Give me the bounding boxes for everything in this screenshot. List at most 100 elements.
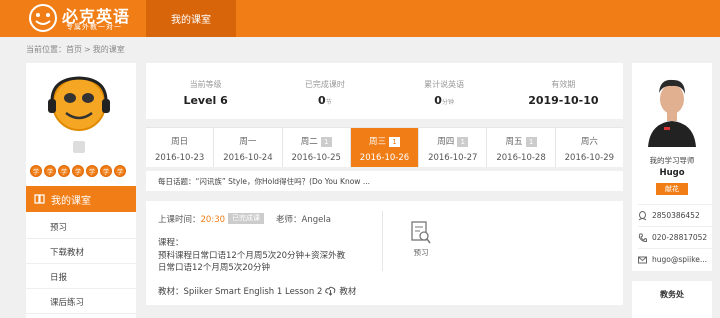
- medal-icon: 学: [30, 165, 42, 177]
- breadcrumb-home[interactable]: 首页: [66, 45, 82, 54]
- day-name: 周三: [368, 137, 386, 147]
- medal-icon: 学: [114, 165, 126, 177]
- advisor-phone-value: 020-28817052: [652, 233, 708, 242]
- flower-button[interactable]: 献花: [656, 183, 688, 195]
- day-tab[interactable]: 周六 2016-10-29: [556, 128, 623, 167]
- day-date: 2016-10-26: [359, 153, 410, 163]
- day-tab[interactable]: 周一 2016-10-24: [214, 128, 283, 167]
- lesson-time-label: 上课时间：: [158, 215, 201, 225]
- book-icon: [34, 194, 45, 204]
- day-tab[interactable]: 周四 1 2016-10-27: [419, 128, 488, 167]
- advisor-qq: 2850386452: [638, 204, 712, 226]
- preview-icon: [411, 221, 431, 244]
- qq-icon: [638, 210, 647, 220]
- day-tab[interactable]: 周日 2016-10-23: [146, 128, 215, 167]
- stats-panel: 当前等级 Level 6 已完成课时 0节 累计说英语 0分钟 有效期 2019…: [146, 63, 623, 119]
- stat-label: 累计说英语: [424, 80, 465, 89]
- stat-level: 当前等级 Level 6: [146, 63, 265, 119]
- academic-office-panel: 教务处: [632, 281, 712, 318]
- sidebar: 学 学 学 学 学 学 学 我的课室 预习 下载教材 日报 课后练习: [26, 63, 136, 318]
- sidebar-item-report[interactable]: 日报: [26, 265, 136, 289]
- lesson-course: 课程： 预科课程日常口语12个月周5次20分钟+资深外教 日常口语12个月周5次…: [158, 237, 345, 275]
- material-download-link[interactable]: 教材: [339, 285, 356, 297]
- email-icon: [638, 256, 647, 263]
- lesson-count-badge: 1: [457, 136, 469, 147]
- advisor-title: 我的学习导师: [649, 156, 695, 165]
- course-line: 预科课程日常口语12个月周5次20分钟+资深外教: [158, 250, 346, 261]
- stat-speaking-minutes: 累计说英语 0分钟: [385, 63, 504, 119]
- day-date: 2016-10-24: [223, 153, 273, 163]
- nav-my-classroom[interactable]: 我的课室: [146, 0, 236, 37]
- stat-value: 0: [318, 94, 326, 107]
- day-tab-active[interactable]: 周三 1 2016-10-26: [350, 128, 420, 167]
- course-line: 日常口语12个月周5次20分钟: [158, 263, 271, 273]
- stat-unit: 分钟: [441, 99, 454, 106]
- academic-office-title: 教务处: [660, 290, 684, 299]
- phone-icon: [638, 233, 647, 242]
- status-badge: 已完成课: [228, 213, 264, 224]
- sidebar-item-preview[interactable]: 预习: [26, 215, 136, 239]
- camera-icon[interactable]: [73, 141, 85, 153]
- lesson-count-badge: 1: [525, 136, 537, 147]
- day-date: 2016-10-23: [154, 153, 205, 163]
- lesson-time: 上课时间：20:30: [158, 213, 225, 225]
- material-title: 教材：Spiiker Smart English 1 Lesson 2: [158, 287, 323, 297]
- lesson-material: 教材：Spiiker Smart English 1 Lesson 2 教材: [158, 285, 356, 297]
- stat-validity: 有效期 2019-10-10: [504, 63, 623, 119]
- stat-label: 当前等级: [189, 80, 222, 89]
- advisor-qq-value: 2850386452: [652, 211, 700, 220]
- logo-icon[interactable]: [26, 2, 60, 34]
- breadcrumb-prefix: 当前位置：: [26, 45, 66, 54]
- avatar[interactable]: [46, 71, 112, 137]
- sidebar-item-my-classroom[interactable]: 我的课室: [26, 186, 136, 212]
- divider: [382, 211, 383, 271]
- stat-value: 2019-10-10: [528, 94, 599, 107]
- cloud-download-icon[interactable]: [325, 286, 336, 296]
- week-selector: 周日 2016-10-23 周一 2016-10-24 周二 1 2016-10-25 …: [146, 127, 623, 167]
- medal-icon: 学: [72, 165, 84, 177]
- lesson-count-badge: 1: [320, 136, 332, 147]
- stat-completed-lessons: 已完成课时 0节: [265, 63, 384, 119]
- day-name: 周四: [437, 137, 455, 147]
- day-tab[interactable]: 周五 1 2016-10-28: [487, 128, 556, 167]
- day-date: 2016-10-25: [291, 153, 341, 163]
- medal-icon: 学: [44, 165, 56, 177]
- day-name: 周五: [505, 137, 523, 147]
- day-date: 2016-10-27: [428, 153, 478, 163]
- advisor-email-value[interactable]: hugo@spiike...: [652, 255, 707, 264]
- preview-label: 预习: [413, 248, 429, 257]
- course-label: 课程：: [158, 238, 184, 248]
- preview-button[interactable]: 预习: [408, 221, 434, 258]
- day-date: 2016-10-28: [496, 153, 546, 163]
- lesson-card: 上课时间：20:30 已完成课 老师：Angela 课程： 预科课程日常口语12…: [146, 201, 623, 305]
- day-name: 周二: [300, 137, 318, 147]
- lesson-teacher: 老师：Angela: [276, 213, 331, 225]
- brand-slogan: 专属外教一对一: [66, 23, 122, 31]
- medal-icon: 学: [58, 165, 70, 177]
- sidebar-item-download[interactable]: 下载教材: [26, 240, 136, 264]
- advisor-phone: 020-28817052: [638, 226, 712, 248]
- stat-label: 已完成课时: [304, 80, 345, 89]
- daily-topic[interactable]: 每日话题：“闪讯族” Style，你Hold得住吗？(Do You Know .…: [146, 171, 623, 191]
- advisor-email: hugo@spiike...: [638, 248, 712, 270]
- day-date: 2016-10-29: [564, 153, 615, 163]
- teacher-name[interactable]: Angela: [302, 215, 331, 225]
- stat-value: Level 6: [183, 94, 228, 107]
- breadcrumb: 当前位置：首页 > 我的课室: [26, 44, 125, 55]
- sidebar-item-practice[interactable]: 课后练习: [26, 290, 136, 314]
- breadcrumb-current: 我的课室: [92, 45, 125, 54]
- lesson-time-value: 20:30: [200, 215, 226, 225]
- advisor-photo: [638, 67, 706, 147]
- advisor-panel: 我的学习导师 Hugo 献花 2850386452 020-28817052 h…: [632, 63, 712, 271]
- top-bar: 必克英语 专属外教一对一 我的课室: [0, 0, 720, 37]
- stat-value: 0: [434, 94, 442, 107]
- medal-list: 学 学 学 学 学 学 学: [30, 165, 126, 177]
- lesson-count-badge: 1: [388, 136, 400, 147]
- stat-unit: 节: [325, 99, 332, 106]
- day-name: 周六: [580, 137, 598, 147]
- breadcrumb-separator: >: [84, 45, 91, 54]
- medal-icon: 学: [86, 165, 98, 177]
- day-name: 周日: [171, 137, 189, 147]
- medal-icon: 学: [100, 165, 112, 177]
- day-tab[interactable]: 周二 1 2016-10-25: [283, 128, 351, 167]
